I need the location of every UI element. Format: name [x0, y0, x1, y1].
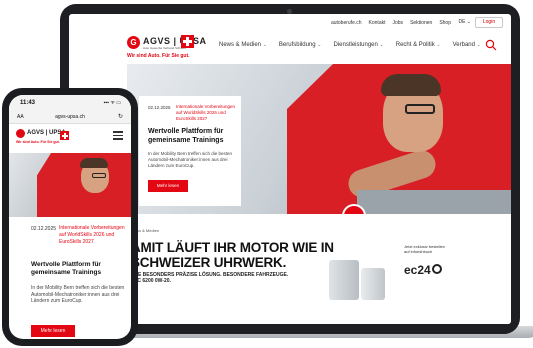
- link-sektionen[interactable]: Sektionen: [410, 20, 432, 26]
- login-button[interactable]: Login: [475, 17, 503, 28]
- oil-can-image: [329, 260, 359, 300]
- article-title: Wertvolle Plattform für gemeinsame Train…: [31, 261, 102, 276]
- brand-claim: Wir sind Auto. Für Sie gut.: [16, 140, 60, 144]
- hero-glasses: [92, 173, 106, 178]
- article-date: 02.12.2025: [31, 226, 57, 232]
- language-select[interactable]: DE ⌄: [458, 19, 471, 25]
- status-icons: ▪▪▪ ᯤ ▭: [103, 100, 121, 106]
- article-kicker-link[interactable]: Internationale Vorbereitungen auf WorldS…: [59, 225, 125, 246]
- brand-subtitle: Auto Gewerbe Verband Schweiz: [143, 46, 187, 50]
- reader-settings-button[interactable]: AA: [17, 114, 24, 120]
- read-more-button[interactable]: Mehr lesen: [31, 325, 75, 337]
- status-time: 11:43: [20, 100, 36, 106]
- chevron-down-icon: ⌄: [476, 42, 481, 48]
- link-autoberufe[interactable]: autoberufe.ch: [331, 20, 362, 26]
- nav-recht-politik[interactable]: Recht & Politik ⌄: [396, 41, 441, 49]
- mobile-website: 11:43 ▪▪▪ ᯤ ▭ AA agvs-upsa.ch ↻ AGVS | U…: [9, 95, 131, 339]
- login-label: Login: [482, 19, 496, 25]
- device-mockup-stage: autoberufe.ch Kontakt Jobs Sektionen Sho…: [0, 0, 533, 348]
- reload-icon[interactable]: ↻: [118, 113, 123, 120]
- browser-url-bar[interactable]: AA agvs-upsa.ch ↻: [9, 110, 131, 124]
- chevron-down-icon: ⌄: [379, 42, 384, 48]
- nav-berufsbildung[interactable]: Berufsbildung ⌄: [279, 41, 322, 49]
- news-teaser-card: 02.12.2025 Internationale Vorbereitungen…: [139, 96, 241, 206]
- chevron-down-icon: ⌄: [262, 42, 267, 48]
- nav-label: Berufsbildung: [278, 42, 316, 48]
- nav-dienstleistungen[interactable]: Dienstleistungen ⌄: [333, 41, 383, 49]
- ad-headline: AMIT LÄUFT IHR MOTOR WIE IN SCHWEIZER UH…: [131, 240, 334, 270]
- ec24-gauge-icon: [432, 264, 442, 274]
- brand-claim: Wir sind Auto. Für Sie gut.: [127, 53, 190, 59]
- hero-hair: [80, 158, 108, 168]
- article-teaser: In der Mobility Bern treffen sich die be…: [148, 151, 232, 168]
- search-icon[interactable]: [485, 39, 497, 51]
- oil-can-image: [361, 268, 385, 300]
- ad-subline: ERE BESONDERS PRÄZISE LÖSUNG. BESONDERE …: [131, 272, 289, 284]
- link-shop[interactable]: Shop: [439, 20, 451, 26]
- swiss-cross-icon: [60, 131, 69, 140]
- utility-links: autoberufe.ch Kontakt Jobs Sektionen Sho…: [331, 20, 451, 26]
- nav-label: Recht & Politik: [395, 42, 435, 48]
- nav-label: Dienstleistungen: [333, 42, 378, 48]
- nav-news-medien[interactable]: News & Medien ⌄: [219, 41, 267, 49]
- article-date: 02.12.2025: [148, 105, 171, 110]
- agvs-logo-icon: G: [127, 36, 140, 49]
- nav-label: News & Medien: [219, 42, 262, 48]
- url-text[interactable]: agvs-upsa.ch: [37, 114, 103, 120]
- read-more-button[interactable]: Mehr lesen: [148, 180, 188, 192]
- article-kicker-link[interactable]: Internationale Vorbereitungen auf WorldS…: [176, 104, 238, 122]
- link-jobs[interactable]: Jobs: [393, 20, 404, 26]
- nav-label: Verband: [452, 42, 475, 48]
- chevron-down-icon: ⌄: [436, 42, 441, 48]
- ad-order-text: Jetzt exklusiv bestellen auf infoeshbuch: [404, 244, 445, 254]
- top-utility-bar: autoberufe.ch Kontakt Jobs Sektionen Sho…: [69, 14, 511, 34]
- hamburger-menu-icon[interactable]: [113, 131, 123, 140]
- article-teaser: In der Mobility Bern treffen sich die be…: [31, 285, 125, 304]
- mobile-hero-image: [9, 153, 131, 217]
- nav-verband[interactable]: Verband ⌄: [453, 41, 481, 49]
- status-bar: 11:43 ▪▪▪ ᯤ ▭: [9, 95, 131, 110]
- ec24-logo[interactable]: ec24: [404, 263, 431, 277]
- hero-workbench: [357, 190, 511, 214]
- article-title: Wertvolle Plattform für gemeinsame Train…: [148, 128, 224, 144]
- hero-glasses: [405, 104, 435, 114]
- main-navigation: News & Medien ⌄ Berufsbildung ⌄ Dienstle…: [219, 41, 481, 49]
- hero-hair: [381, 74, 441, 96]
- chevron-down-icon: ⌄: [317, 42, 322, 48]
- brand-name: AGVS | UPSA: [143, 36, 207, 46]
- agvs-logo-icon: [16, 129, 25, 138]
- phone-frame: 11:43 ▪▪▪ ᯤ ▭ AA agvs-upsa.ch ↻ AGVS | U…: [2, 88, 138, 346]
- link-kontakt[interactable]: Kontakt: [369, 20, 386, 26]
- swiss-cross-icon: [181, 35, 194, 48]
